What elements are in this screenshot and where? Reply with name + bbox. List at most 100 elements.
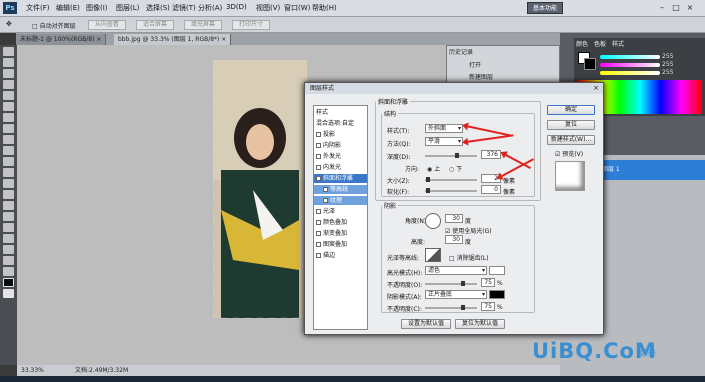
auto-align-checkbox[interactable]: □ 自动对齐图层 xyxy=(32,21,76,30)
green-slider[interactable] xyxy=(600,63,660,67)
menu-layer[interactable]: 图层(L) xyxy=(116,3,139,13)
bevel-style-select[interactable]: 外斜面 xyxy=(425,124,463,133)
shadow-mode-select[interactable]: 正片叠底 xyxy=(425,290,487,299)
maximize-icon[interactable]: □ xyxy=(669,2,683,14)
highlight-mode-select[interactable]: 滤色 xyxy=(425,266,487,275)
style-item-styles[interactable]: 样式 xyxy=(314,108,367,117)
option-button-4[interactable]: 打印尺寸 xyxy=(232,20,270,30)
technique-select[interactable]: 平滑 xyxy=(425,137,463,146)
altitude-input[interactable]: 30 xyxy=(445,235,463,244)
move-tool-icon[interactable]: ✥ xyxy=(6,20,12,28)
checkbox-bevel-emboss[interactable] xyxy=(316,176,321,181)
checkbox-outer-glow[interactable] xyxy=(316,154,321,159)
size-slider-knob[interactable] xyxy=(426,177,430,182)
shadow-opacity-input[interactable]: 75 xyxy=(481,302,495,311)
history-item-new-layer[interactable]: 新建图层 xyxy=(469,72,493,81)
menu-window[interactable]: 窗口(W) xyxy=(284,3,310,13)
background-swatch[interactable] xyxy=(584,58,596,70)
checkbox-drop-shadow[interactable] xyxy=(316,132,321,137)
soften-input[interactable]: 0 xyxy=(481,185,501,194)
menu-3d[interactable]: 3D(D) xyxy=(226,3,247,11)
global-light-checkbox[interactable]: ☑ 使用全局光(G) xyxy=(445,226,492,235)
lasso-tool-icon[interactable] xyxy=(3,69,14,78)
make-default-button[interactable]: 设置为默认值 xyxy=(401,319,451,329)
option-button-3[interactable]: 填充屏幕 xyxy=(184,20,222,30)
checkbox-inner-shadow[interactable] xyxy=(316,143,321,148)
3d-tool-icon[interactable] xyxy=(3,245,14,254)
antialias-checkbox[interactable]: □ 消除锯齿(L) xyxy=(449,253,489,262)
shadow-opacity-knob[interactable] xyxy=(461,305,465,310)
menu-filter[interactable]: 滤镜(T) xyxy=(172,3,196,13)
highlight-opacity-knob[interactable] xyxy=(461,281,465,286)
tab-swatches[interactable]: 色板 xyxy=(594,39,606,48)
healing-brush-icon[interactable] xyxy=(3,113,14,122)
minimize-icon[interactable]: – xyxy=(655,2,669,14)
zoom-level[interactable]: 33.33% xyxy=(21,365,44,376)
direction-up-radio[interactable]: ◉ 上 xyxy=(427,164,440,173)
magic-wand-icon[interactable] xyxy=(3,80,14,89)
shape-tool-icon[interactable] xyxy=(3,234,14,243)
highlight-color-swatch[interactable] xyxy=(489,266,505,275)
eraser-tool-icon[interactable] xyxy=(3,157,14,166)
option-button-1[interactable]: 从向查看 xyxy=(88,20,126,30)
angle-input[interactable]: 30 xyxy=(445,214,463,223)
checkbox-color-overlay[interactable] xyxy=(316,220,321,225)
style-item-inner-glow[interactable]: 内发光 xyxy=(314,163,367,172)
photo-canvas[interactable] xyxy=(213,60,307,318)
pen-tool-icon[interactable] xyxy=(3,201,14,210)
menu-file[interactable]: 文件(F) xyxy=(26,3,50,13)
tab-untitled[interactable]: 未标题-1 @ 100%(RGB/8) × xyxy=(16,34,107,45)
green-value[interactable]: 255 xyxy=(662,61,673,68)
dodge-tool-icon[interactable] xyxy=(3,190,14,199)
dialog-close-button[interactable]: × xyxy=(591,84,601,93)
background-color-icon[interactable] xyxy=(3,289,14,298)
menu-help[interactable]: 帮助(H) xyxy=(312,3,337,13)
blue-slider[interactable] xyxy=(600,71,660,75)
style-item-drop-shadow[interactable]: 投影 xyxy=(314,130,367,139)
depth-slider-track[interactable] xyxy=(425,155,477,157)
direction-down-radio[interactable]: ○ 下 xyxy=(449,164,462,173)
red-value[interactable]: 255 xyxy=(662,53,673,60)
blur-tool-icon[interactable] xyxy=(3,179,14,188)
soften-slider-knob[interactable] xyxy=(426,188,430,193)
gloss-contour-picker[interactable] xyxy=(425,248,441,262)
checkbox-contour[interactable] xyxy=(323,187,328,192)
shadow-color-swatch[interactable] xyxy=(489,290,505,299)
eyedropper-icon[interactable] xyxy=(3,102,14,111)
highlight-opacity-track[interactable] xyxy=(425,283,477,285)
highlight-opacity-input[interactable]: 75 xyxy=(481,278,495,287)
checkbox-texture[interactable] xyxy=(323,198,328,203)
style-item-contour[interactable]: 等高线 xyxy=(314,185,367,194)
new-style-button[interactable]: 新建样式(W)... xyxy=(547,135,595,145)
clone-stamp-icon[interactable] xyxy=(3,135,14,144)
menu-analysis[interactable]: 分析(A) xyxy=(198,3,222,13)
style-item-texture[interactable]: 纹理 xyxy=(314,196,367,205)
preview-checkbox[interactable]: ☑ 预览(V) xyxy=(555,149,583,158)
cancel-button[interactable]: 复位 xyxy=(547,120,595,130)
history-item-open[interactable]: 打开 xyxy=(469,60,481,69)
style-item-inner-shadow[interactable]: 内阴影 xyxy=(314,141,367,150)
text-tool-icon[interactable] xyxy=(3,212,14,221)
tab-styles[interactable]: 样式 xyxy=(612,39,624,48)
tab-color[interactable]: 颜色 xyxy=(576,39,588,48)
menu-select[interactable]: 选择(S) xyxy=(146,3,170,13)
option-button-2[interactable]: 适合屏幕 xyxy=(136,20,174,30)
menu-edit[interactable]: 编辑(E) xyxy=(56,3,80,13)
tab-bbb[interactable]: bbb.jpg @ 33.3% (图层 1, RGB/8*) × xyxy=(114,34,232,45)
checkbox-satin[interactable] xyxy=(316,209,321,214)
blue-value[interactable]: 255 xyxy=(662,69,673,76)
style-item-blending[interactable]: 混合选项:自定 xyxy=(314,119,367,128)
style-item-bevel-emboss[interactable]: 斜面和浮雕 xyxy=(314,174,367,183)
style-item-gradient-overlay[interactable]: 渐变叠加 xyxy=(314,229,367,238)
reset-default-button[interactable]: 复位为默认值 xyxy=(455,319,505,329)
style-item-stroke[interactable]: 描边 xyxy=(314,251,367,260)
path-select-icon[interactable] xyxy=(3,223,14,232)
menu-image[interactable]: 图像(I) xyxy=(86,3,108,13)
checkbox-stroke[interactable] xyxy=(316,253,321,258)
ok-button[interactable]: 确定 xyxy=(547,105,595,115)
move-tool-icon[interactable] xyxy=(3,47,14,56)
style-item-color-overlay[interactable]: 颜色叠加 xyxy=(314,218,367,227)
size-slider-track[interactable] xyxy=(425,179,477,181)
style-item-pattern-overlay[interactable]: 图案叠加 xyxy=(314,240,367,249)
menu-view[interactable]: 视图(V) xyxy=(256,3,280,13)
